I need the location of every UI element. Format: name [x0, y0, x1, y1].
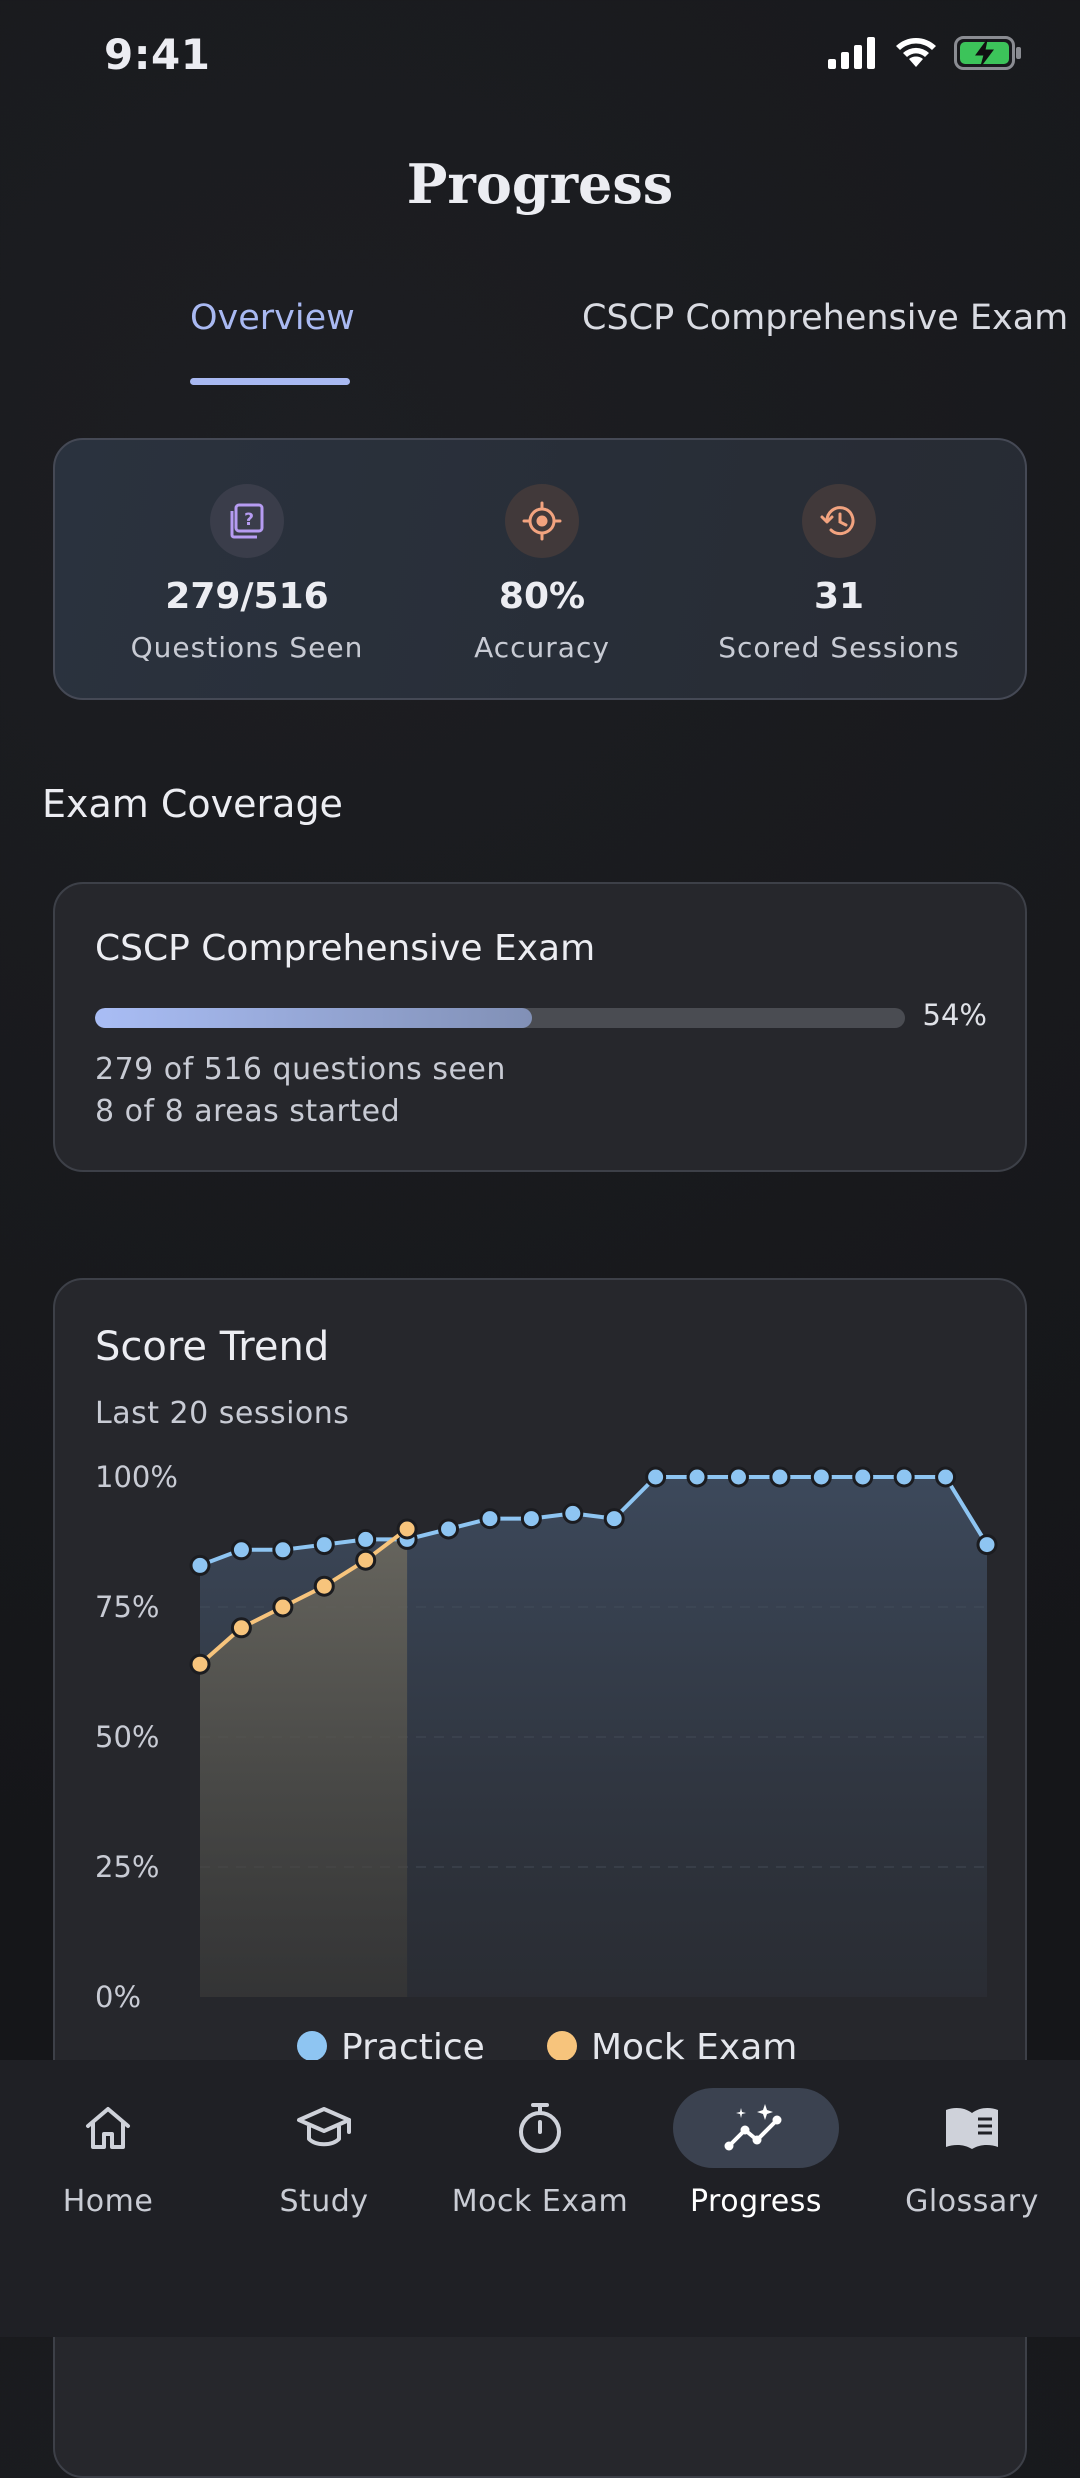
data-point-mock-exam	[189, 1653, 211, 1675]
question-icon: ?	[210, 484, 284, 558]
y-tick-label: 25%	[95, 1850, 159, 1884]
coverage-progress-fill	[95, 1008, 533, 1028]
nav-label: Mock Exam	[451, 2184, 629, 2219]
stat-label: Scored Sessions	[718, 631, 960, 664]
data-point-mock-exam	[355, 1549, 377, 1571]
y-tick-label: 100%	[95, 1460, 178, 1494]
legend-swatch-mock-exam	[547, 2031, 577, 2061]
data-point-practice	[935, 1466, 957, 1488]
data-point-practice	[438, 1518, 460, 1540]
nav-progress[interactable]: Progress	[648, 2060, 864, 2219]
stat-scored-sessions: 31 Scored Sessions	[689, 440, 989, 664]
stat-value: 80%	[498, 576, 586, 617]
data-point-practice	[272, 1539, 294, 1561]
data-point-practice	[686, 1466, 708, 1488]
status-icons	[828, 36, 1022, 70]
data-point-mock-exam	[396, 1518, 418, 1540]
nav-home[interactable]: Home	[0, 2060, 216, 2219]
data-point-practice	[893, 1466, 915, 1488]
data-point-practice	[189, 1554, 211, 1576]
nav-mock-exam[interactable]: Mock Exam	[432, 2060, 648, 2219]
tab-active-indicator	[190, 378, 350, 385]
wifi-icon	[896, 38, 936, 67]
y-tick-label: 50%	[95, 1720, 159, 1754]
status-time: 9:41	[104, 30, 211, 79]
stopwatch-icon	[432, 2088, 648, 2168]
data-point-practice	[769, 1466, 791, 1488]
data-point-practice	[852, 1466, 874, 1488]
tab-cscp-exam[interactable]: CSCP Comprehensive Exam	[582, 298, 1068, 338]
legend-swatch-practice	[297, 2031, 327, 2061]
coverage-percent: 54%	[922, 998, 987, 1032]
trend-sparkle-icon	[673, 2088, 839, 2168]
target-icon	[505, 484, 579, 558]
nav-label: Glossary	[905, 2184, 1039, 2219]
coverage-areas-line: 8 of 8 areas started	[95, 1094, 401, 1129]
nav-glossary[interactable]: Glossary	[864, 2060, 1080, 2219]
coverage-progress-bar	[95, 1008, 905, 1028]
graduation-cap-icon	[216, 2088, 432, 2168]
coverage-exam-name: CSCP Comprehensive Exam	[95, 928, 596, 969]
signal-icon	[828, 37, 875, 69]
data-point-practice	[603, 1508, 625, 1530]
data-point-mock-exam	[272, 1596, 294, 1618]
home-icon	[0, 2088, 216, 2168]
data-point-mock-exam	[230, 1617, 252, 1639]
data-point-practice	[810, 1466, 832, 1488]
svg-text:?: ?	[244, 510, 254, 530]
data-point-practice	[562, 1502, 584, 1524]
data-point-practice	[230, 1539, 252, 1561]
stat-value: 279/516	[165, 576, 329, 617]
tab-overview[interactable]: Overview	[190, 298, 355, 338]
book-icon	[864, 2088, 1080, 2168]
exam-coverage-card[interactable]: CSCP Comprehensive Exam 54% 279 of 516 q…	[53, 882, 1027, 1172]
stat-label: Accuracy	[474, 631, 610, 664]
exam-coverage-heading: Exam Coverage	[42, 782, 343, 826]
coverage-questions-line: 279 of 516 questions seen	[95, 1052, 506, 1087]
data-point-practice	[479, 1508, 501, 1530]
data-point-practice	[727, 1466, 749, 1488]
stat-value: 31	[813, 576, 865, 617]
y-tick-label: 75%	[95, 1590, 159, 1624]
bottom-nav: Home Study Mock Exam Progress Glossary	[0, 2060, 1080, 2337]
data-point-practice	[355, 1528, 377, 1550]
nav-study[interactable]: Study	[216, 2060, 432, 2219]
stat-label: Questions Seen	[130, 631, 364, 664]
nav-label: Home	[62, 2184, 154, 2219]
nav-label: Progress	[689, 2184, 823, 2219]
y-tick-label: 0%	[95, 1980, 141, 2014]
data-point-practice	[520, 1508, 542, 1530]
stat-questions-seen: ? 279/516 Questions Seen	[97, 440, 397, 664]
history-icon	[802, 484, 876, 558]
page-title: Progress	[406, 152, 674, 216]
stats-card: ? 279/516 Questions Seen 80% Accuracy 31…	[53, 438, 1027, 700]
data-point-practice	[645, 1466, 667, 1488]
data-point-mock-exam	[313, 1575, 335, 1597]
data-point-practice	[313, 1534, 335, 1556]
battery-icon	[954, 36, 1021, 70]
stat-accuracy: 80% Accuracy	[392, 440, 692, 664]
data-point-practice	[976, 1534, 998, 1556]
nav-label: Study	[279, 2184, 369, 2219]
